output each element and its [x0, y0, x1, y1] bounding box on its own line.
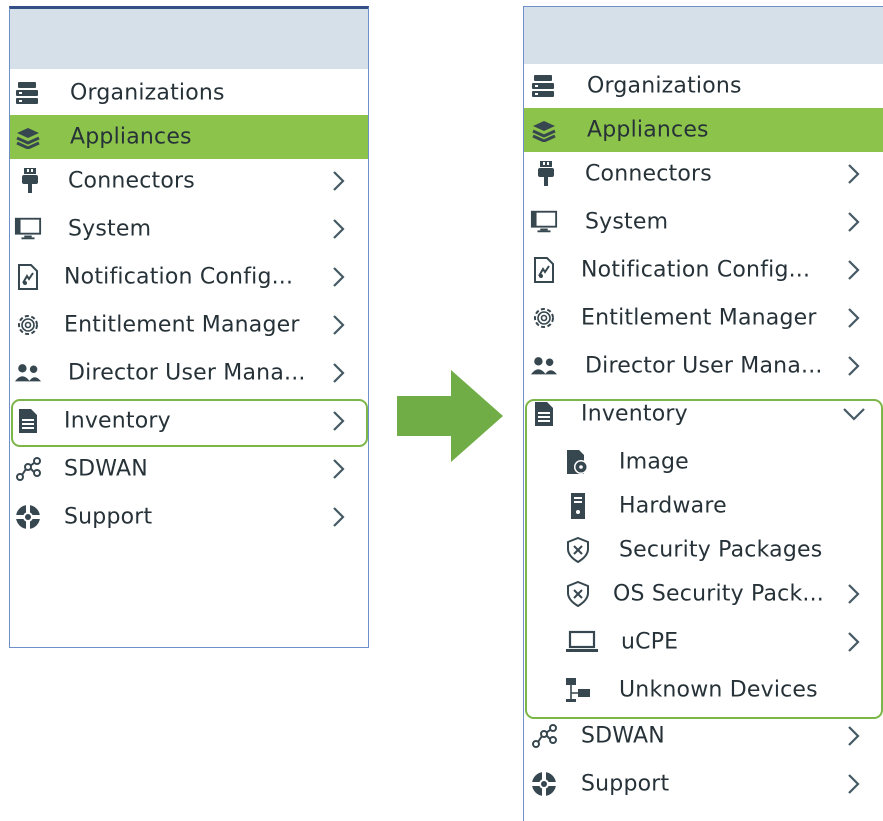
- menu-item-label: Notification Config...: [64, 264, 294, 290]
- gear-icon: [530, 304, 558, 332]
- menu-item-sdwan[interactable]: SDWAN: [10, 447, 368, 491]
- chevron-right-icon[interactable]: [843, 725, 863, 747]
- menu-item-entitlement-manager[interactable]: Entitlement Manager: [524, 296, 883, 340]
- chevron-right-icon[interactable]: [328, 362, 348, 384]
- connectors-icon: [16, 167, 44, 195]
- users-icon: [530, 352, 558, 380]
- sidebar-header: [524, 7, 883, 64]
- menu-item-notification-config[interactable]: Notification Config...: [10, 255, 368, 299]
- organizations-icon: [14, 79, 42, 107]
- menu-item-system[interactable]: System: [524, 200, 883, 244]
- menu-item-label: SDWAN: [581, 723, 665, 749]
- gear-icon: [14, 311, 42, 339]
- chevron-right-icon[interactable]: [843, 163, 863, 185]
- sdwan-icon: [530, 722, 558, 750]
- menu-item-label: Director User Mana...: [585, 353, 823, 379]
- menu-item-connectors[interactable]: Connectors: [524, 152, 883, 196]
- menu-item-label: Notification Config...: [581, 257, 811, 283]
- menu-item-sdwan[interactable]: SDWAN: [524, 714, 883, 758]
- menu-item-support[interactable]: Support: [524, 762, 883, 806]
- appliances-icon: [14, 123, 42, 151]
- lifebuoy-icon: [530, 770, 558, 798]
- menu-item-appliances[interactable]: Appliances: [10, 115, 368, 159]
- menu-item-label: Connectors: [585, 161, 712, 187]
- menu-item-director-user-management[interactable]: Director User Mana...: [10, 351, 368, 395]
- menu-item-system[interactable]: System: [10, 207, 368, 251]
- chevron-right-icon[interactable]: [328, 266, 348, 288]
- notification-icon: [14, 263, 42, 291]
- menu-item-label: System: [585, 209, 669, 235]
- menu-item-label: Director User Mana...: [68, 360, 306, 386]
- chevron-right-icon[interactable]: [328, 218, 348, 240]
- lifebuoy-icon: [14, 503, 42, 531]
- inventory-highlight-outline: [11, 399, 368, 447]
- menu-item-connectors[interactable]: Connectors: [10, 159, 368, 203]
- system-icon: [14, 215, 42, 243]
- chevron-right-icon[interactable]: [328, 314, 348, 336]
- chevron-right-icon[interactable]: [328, 458, 348, 480]
- sdwan-icon: [14, 455, 42, 483]
- chevron-right-icon[interactable]: [843, 211, 863, 233]
- menu-item-label: Entitlement Manager: [581, 305, 817, 331]
- chevron-right-icon[interactable]: [328, 170, 348, 192]
- menu-item-organizations[interactable]: Organizations: [524, 64, 883, 108]
- menu-item-label: Appliances: [70, 124, 192, 150]
- menu-item-label: Support: [581, 771, 670, 797]
- menu-item-director-user-management[interactable]: Director User Mana...: [524, 344, 883, 388]
- menu-item-label: Appliances: [587, 117, 709, 143]
- users-icon: [14, 359, 42, 387]
- appliances-icon: [530, 116, 558, 144]
- notification-icon: [530, 256, 558, 284]
- chevron-right-icon[interactable]: [843, 259, 863, 281]
- menu-item-entitlement-manager[interactable]: Entitlement Manager: [10, 303, 368, 347]
- menu-item-label: SDWAN: [64, 456, 148, 482]
- menu-item-support[interactable]: Support: [10, 495, 368, 539]
- system-icon: [530, 208, 558, 236]
- menu-item-label: System: [68, 216, 152, 242]
- chevron-right-icon[interactable]: [843, 355, 863, 377]
- menu-item-label: Connectors: [68, 168, 195, 194]
- menu-item-label: Entitlement Manager: [64, 312, 300, 338]
- sidebar-header: [10, 9, 368, 69]
- menu-item-notification-config[interactable]: Notification Config...: [524, 248, 883, 292]
- menu-item-label: Organizations: [587, 73, 742, 99]
- menu-item-label: Organizations: [70, 80, 225, 106]
- inventory-expanded-outline: [525, 399, 883, 719]
- organizations-icon: [530, 72, 558, 100]
- menu-item-appliances[interactable]: Appliances: [524, 108, 883, 152]
- menu-item-label: Support: [64, 504, 153, 530]
- connectors-icon: [532, 160, 560, 188]
- chevron-right-icon[interactable]: [843, 773, 863, 795]
- chevron-right-icon[interactable]: [843, 307, 863, 329]
- sidebar-menu-before: Organizations Appliances Connectors Syst…: [9, 6, 369, 648]
- right-arrow-icon: [397, 370, 503, 462]
- menu-item-organizations[interactable]: Organizations: [10, 71, 368, 115]
- chevron-right-icon[interactable]: [328, 506, 348, 528]
